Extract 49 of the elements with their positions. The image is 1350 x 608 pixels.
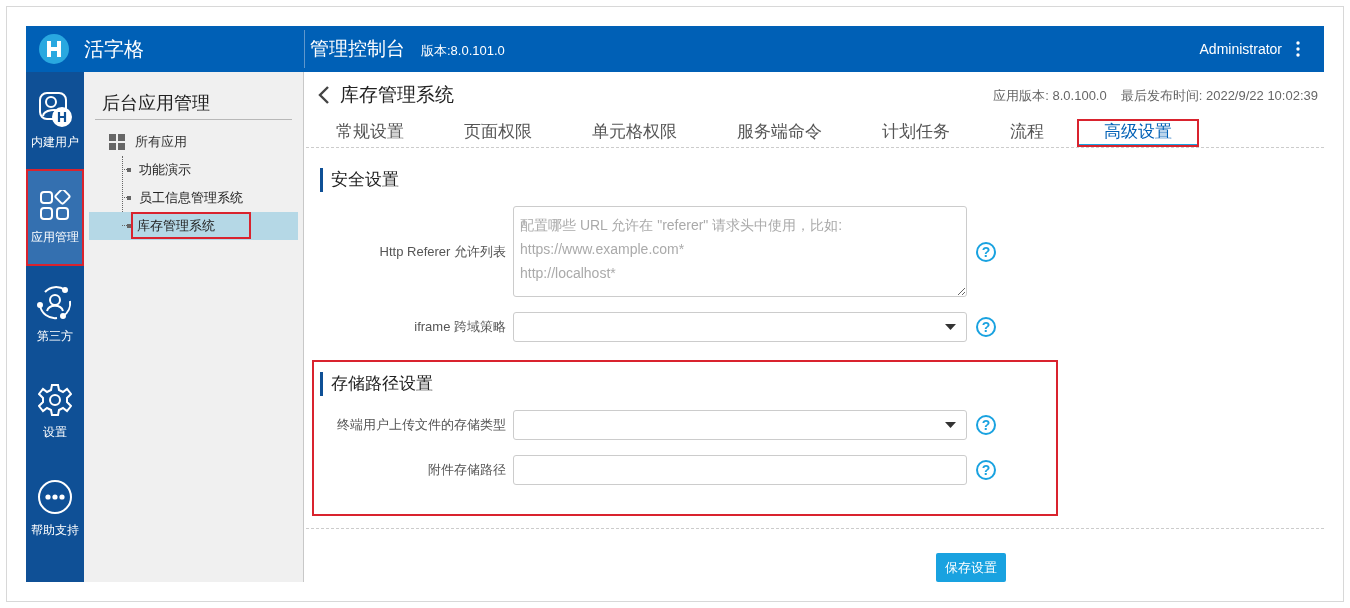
tab[interactable]: 常规设置 — [306, 118, 434, 147]
tab[interactable]: 计划任务 — [852, 118, 980, 147]
section-title: 安全设置 — [320, 168, 1018, 192]
nav-label: 内建用户 — [31, 133, 79, 151]
person-orbit-icon — [37, 284, 73, 321]
nav-item[interactable]: 内建用户 — [26, 72, 84, 169]
nav-label: 应用管理 — [31, 228, 79, 246]
tab[interactable]: 流程 — [980, 118, 1074, 147]
back-chevron-icon[interactable] — [318, 85, 330, 106]
nav-label: 设置 — [43, 423, 67, 441]
nav-item[interactable]: 应用管理 — [26, 169, 84, 266]
tab[interactable]: 页面权限 — [434, 118, 562, 147]
text-area-field[interactable]: 配置哪些 URL 允许在 "referer" 请求头中使用，比如: https://www.example.com* http://localhost* — [513, 206, 967, 297]
settings-icon — [38, 382, 72, 417]
user-name[interactable]: Administrator — [1199, 38, 1282, 60]
tree-item[interactable]: 员工信息管理系统 — [137, 187, 245, 208]
apps-grid-icon — [39, 189, 71, 222]
person-badge-icon — [38, 90, 72, 127]
nav-label: 第三方 — [37, 327, 73, 345]
logo-icon — [38, 33, 70, 65]
dropdown-field[interactable] — [513, 410, 967, 440]
sidebar-title: 后台应用管理 — [95, 90, 292, 120]
nav-label: 帮助支持 — [31, 521, 79, 539]
more-options-icon — [37, 478, 73, 515]
caret-icon — [945, 422, 956, 428]
section-title: 存储路径设置 — [320, 372, 1056, 396]
nav-item[interactable]: 第三方 — [26, 266, 84, 363]
field-label: 附件存储路径 — [427, 461, 507, 480]
console-title: 管理控制台 — [310, 36, 405, 61]
tab[interactable]: 单元格权限 — [562, 118, 707, 147]
more-menu-icon[interactable] — [1296, 41, 1300, 57]
grid-icon — [109, 133, 125, 150]
version-text: 版本:8.0.101.0 — [421, 42, 505, 61]
field-label: iframe 跨域策略 — [413, 318, 507, 337]
page-title: 库存管理系统 — [340, 83, 454, 107]
app-name: 活字格 — [84, 37, 144, 62]
publish-time: 最后发布时间: 2022/9/22 10:02:39 — [1120, 86, 1318, 105]
tree-item[interactable]: 功能演示 — [137, 159, 193, 180]
app-version: 应用版本: 8.0.100.0 — [993, 86, 1107, 105]
field-label: Http Referer 允许列表 — [378, 242, 507, 261]
tab[interactable]: 服务端命令 — [707, 118, 852, 147]
nav-item[interactable]: 帮助支持 — [26, 460, 84, 557]
input-field[interactable] — [513, 455, 967, 485]
tab[interactable]: 高级设置 — [1077, 118, 1199, 147]
tree-item[interactable]: 所有应用 — [135, 132, 187, 152]
dropdown-field[interactable] — [513, 312, 967, 342]
nav-item[interactable]: 设置 — [26, 363, 84, 460]
field-label: 终端用户上传文件的存储类型 — [336, 416, 507, 435]
caret-icon — [945, 324, 956, 330]
